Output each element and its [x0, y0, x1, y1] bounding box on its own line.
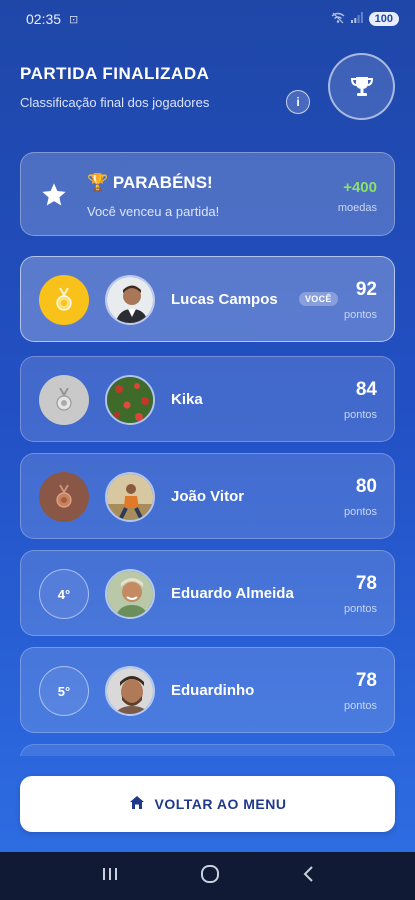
- congrats-title: 🏆 PARABÉNS!: [87, 173, 213, 192]
- player-row-3[interactable]: João Vitor 80 pontos: [20, 453, 395, 539]
- you-badge: VOCÊ: [299, 292, 338, 306]
- player-name: Eduardinho: [171, 682, 255, 699]
- back-to-menu-label: VOLTAR AO MENU: [154, 796, 287, 812]
- gold-medal-icon: [39, 275, 89, 325]
- clock: 02:35: [26, 11, 62, 27]
- avatar: [105, 666, 155, 716]
- score-label: pontos: [343, 700, 377, 712]
- player-score: 78: [355, 670, 377, 691]
- status-bar: 02:35 ⊡ 100: [0, 0, 415, 38]
- system-nav-bar: [0, 852, 415, 900]
- congrats-card: 🏆 PARABÉNS! Você venceu a partida! +400 …: [20, 152, 395, 236]
- player-score: 78: [355, 573, 377, 594]
- bronze-medal-icon: [39, 472, 89, 522]
- player-name: Lucas Campos: [171, 291, 278, 308]
- avatar: [105, 472, 155, 522]
- header: PARTIDA FINALIZADA Classificação final d…: [20, 52, 395, 122]
- back-nav-icon[interactable]: [302, 865, 314, 888]
- player-score: 80: [355, 476, 377, 497]
- score-label: pontos: [343, 506, 377, 518]
- score-label: pontos: [343, 309, 377, 321]
- congrats-message: Você venceu a partida!: [87, 204, 220, 219]
- player-name: João Vitor: [171, 488, 245, 505]
- rank-badge: 5°: [39, 666, 89, 716]
- avatar: [105, 375, 155, 425]
- star-icon: [40, 181, 68, 214]
- rank-badge: 4°: [39, 569, 89, 619]
- score-label: pontos: [343, 603, 377, 615]
- score-label: pontos: [343, 409, 377, 421]
- home-icon: [129, 795, 145, 813]
- player-row-2[interactable]: Kika 84 pontos: [20, 356, 395, 442]
- player-name: Eduardo Almeida: [171, 585, 294, 602]
- recents-icon[interactable]: [101, 866, 119, 887]
- battery-indicator: 100: [368, 12, 399, 26]
- coins-reward: +400: [343, 179, 377, 196]
- info-icon[interactable]: i: [286, 90, 310, 114]
- page-title: PARTIDA FINALIZADA: [20, 64, 210, 83]
- screen-record-icon: ⊡: [69, 13, 79, 26]
- avatar: [105, 569, 155, 619]
- page-subtitle: Classificação final dos jogadores: [20, 95, 210, 110]
- back-to-menu-button[interactable]: VOLTAR AO MENU: [20, 776, 395, 832]
- player-row-4[interactable]: 4° Eduardo Almeida 78 pontos: [20, 550, 395, 636]
- home-nav-icon[interactable]: [200, 864, 220, 889]
- player-row-1[interactable]: Lucas Campos VOCÊ 92 pontos: [20, 256, 395, 342]
- ranking-list[interactable]: Lucas Campos VOCÊ 92 pontos Kika 84 pont…: [20, 256, 395, 756]
- signal-icon: [350, 12, 363, 26]
- avatar: [105, 275, 155, 325]
- player-score: 92: [355, 279, 377, 300]
- silver-medal-icon: [39, 375, 89, 425]
- player-name: Kika: [171, 391, 203, 408]
- player-row-partial[interactable]: [20, 744, 395, 756]
- player-score: 84: [355, 379, 377, 400]
- coins-label: moedas: [337, 202, 377, 214]
- player-row-5[interactable]: 5° Eduardinho 78 pontos: [20, 647, 395, 733]
- trophy-icon[interactable]: [328, 53, 395, 120]
- wifi-off-icon: [331, 12, 345, 27]
